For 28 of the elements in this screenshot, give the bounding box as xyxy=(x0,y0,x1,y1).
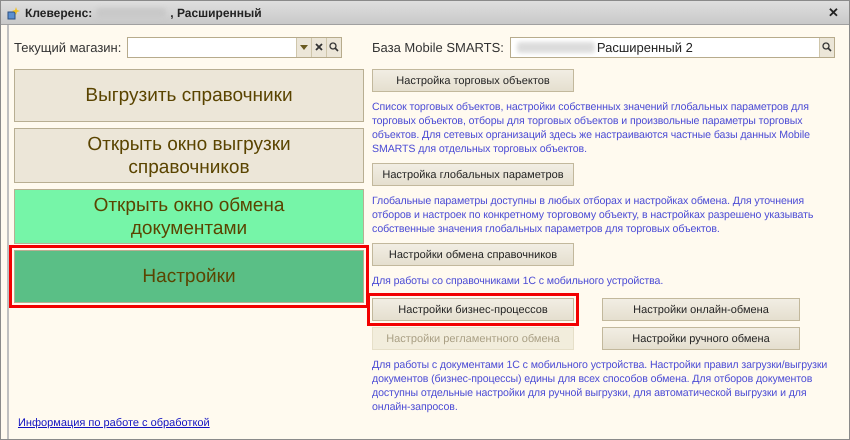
search-icon xyxy=(329,42,340,52)
settings-button[interactable]: Настройка глобальных параметров xyxy=(372,163,574,186)
dropdown-icon[interactable] xyxy=(296,38,312,56)
close-button[interactable]: ✕ xyxy=(824,5,843,20)
settings-button[interactable]: Настройки ручного обмена xyxy=(602,327,800,350)
action-button[interactable]: Выгрузить справочники xyxy=(14,69,364,122)
window-title: , Расширенный xyxy=(170,6,262,20)
store-field[interactable] xyxy=(127,36,342,58)
settings-button[interactable]: Настройка торговых объектов xyxy=(372,69,574,92)
description-text: Для работы с документами 1С с мобильного устройства. Настройки правил загрузки/выгрузки документов (бизнес-процессы) едины для всех способов обмена. Для отборов документов доступны отдельные настройки для ручной выгрузки, для автоматической выгрузки и для онлайн-запросов. xyxy=(372,358,828,414)
window-title: Клеверенс: xyxy=(25,6,92,20)
info-link[interactable]: Информация по работе с обработкой xyxy=(18,417,210,429)
field-value: Расширенный 2 xyxy=(596,40,693,54)
description-text: Для работы со справочниками 1С с мобильного устройства. xyxy=(372,274,664,288)
database-field[interactable]: Расширенный 2 xyxy=(510,36,835,58)
settings-button[interactable]: Настройки бизнес-процессов xyxy=(372,298,574,321)
description-text: Список торговых объектов, настройки собственных значений глобальных параметров для торговых объектов, отборы для торговых объектов и произвольные параметры торговых объектов. Для сетевых организаций здесь же настраиваются частные базы данных Mobile SMARTS для отдельных торговых объектов. xyxy=(372,100,811,156)
settings-button[interactable]: Настройки онлайн-обмена xyxy=(602,298,800,321)
field-label: Текущий магазин: xyxy=(14,40,122,54)
clear-icon[interactable] xyxy=(311,38,326,56)
field-label: База Mobile SMARTS: xyxy=(372,40,504,54)
action-button[interactable]: Открыть окно выгрузки справочников xyxy=(14,128,364,183)
action-button[interactable]: Открыть окно обмена документами xyxy=(14,189,364,244)
description-text: Глобальные параметры доступны в любых отборах и настройках обмена. Для уточнения отборов и настроек по конкретному торговому объекту, в настройках разрешено указывать собственные значения глобальных параметров для торговых объектов. xyxy=(372,194,814,236)
app-icon xyxy=(7,6,21,20)
search-icon xyxy=(822,42,832,52)
action-button[interactable]: Настройки xyxy=(14,250,364,303)
settings-button[interactable]: Настройки обмена справочников xyxy=(372,243,574,266)
